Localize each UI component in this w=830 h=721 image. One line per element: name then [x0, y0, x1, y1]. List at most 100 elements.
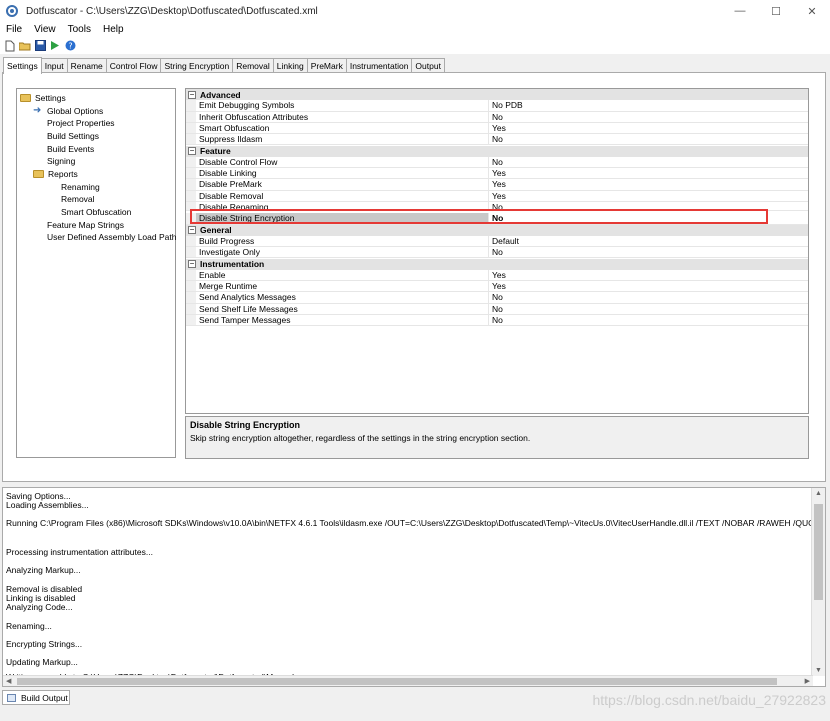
property-value[interactable]: Yes [489, 179, 808, 189]
tab-output[interactable]: Output [411, 58, 445, 73]
tree-item-smart-obfuscation[interactable]: Smart Obfuscation [61, 205, 131, 218]
tab-rename[interactable]: Rename [66, 58, 107, 73]
tree-root-settings[interactable]: Settings [20, 91, 66, 104]
tab-linking[interactable]: Linking [272, 58, 308, 73]
horizontal-scroll-thumb[interactable] [17, 678, 777, 685]
scroll-left-icon[interactable]: ◀ [6, 677, 11, 685]
collapse-icon[interactable]: − [188, 147, 196, 156]
property-value[interactable]: No [489, 134, 808, 144]
save-icon[interactable] [34, 40, 46, 52]
property-row[interactable]: Build Progress Default [186, 235, 808, 248]
scroll-down-icon[interactable]: ▼ [815, 667, 822, 674]
category-label: General [200, 225, 232, 236]
property-row[interactable]: Enable Yes [186, 269, 808, 282]
property-row[interactable]: Emit Debugging Symbols No PDB [186, 100, 808, 112]
folder-icon [20, 93, 31, 102]
property-name: Inherit Obfuscation Attributes [196, 111, 489, 122]
property-value[interactable]: Yes [489, 191, 808, 201]
menu-help[interactable]: Help [97, 24, 130, 35]
property-value[interactable]: No [489, 292, 808, 302]
tab-control-flow[interactable]: Control Flow [105, 58, 162, 73]
tree-item-removal[interactable]: Removal [61, 192, 95, 205]
settings-panel: Settings ➜ Global Options Project Proper… [2, 72, 826, 482]
tab-removal[interactable]: Removal [232, 58, 274, 73]
collapse-icon[interactable]: − [188, 90, 196, 99]
tab-input[interactable]: Input [40, 58, 68, 73]
property-row[interactable]: Send Tamper Messages No [186, 315, 808, 327]
scroll-up-icon[interactable]: ▲ [815, 490, 822, 497]
property-value[interactable]: Yes [489, 123, 808, 133]
property-grid: − Advanced Emit Debugging Symbols No PDB … [185, 88, 809, 414]
toolbar: ? [0, 37, 830, 54]
property-row[interactable]: Investigate Only No [186, 247, 808, 259]
property-value[interactable]: No [489, 112, 808, 122]
vertical-scrollbar[interactable]: ▲ ▼ [811, 488, 825, 676]
property-row[interactable]: Send Analytics Messages No [186, 292, 808, 304]
property-name: Smart Obfuscation [196, 122, 489, 134]
new-file-icon[interactable] [4, 40, 16, 52]
collapse-icon[interactable]: − [188, 260, 196, 269]
open-folder-icon[interactable] [19, 40, 31, 52]
close-button[interactable]: ✕ [794, 0, 830, 22]
property-row[interactable]: Send Shelf Life Messages No [186, 303, 808, 315]
category-general[interactable]: − General [186, 224, 808, 236]
output-line: Analyzing Markup... [6, 565, 81, 575]
minimize-button[interactable]: — [722, 0, 758, 22]
red-highlight-box [190, 209, 768, 224]
window-title: Dotfuscator - C:\Users\ZZG\Desktop\Dotfu… [26, 5, 318, 17]
property-row[interactable]: Disable PreMark Yes [186, 179, 808, 191]
property-name: Send Shelf Life Messages [196, 303, 489, 314]
property-name: Merge Runtime [196, 281, 489, 292]
property-row[interactable]: Inherit Obfuscation Attributes No [186, 111, 808, 123]
property-value[interactable]: No [489, 315, 808, 325]
tree-item-project-properties[interactable]: Project Properties [47, 116, 115, 129]
tab-string-encryption[interactable]: String Encryption [160, 58, 234, 73]
help-icon[interactable]: ? [64, 40, 76, 52]
title-bar: Dotfuscator - C:\Users\ZZG\Desktop\Dotfu… [0, 0, 830, 22]
category-feature[interactable]: − Feature [186, 145, 808, 157]
collapse-icon[interactable]: − [188, 226, 196, 235]
tab-build-output[interactable]: Build Output [2, 690, 70, 705]
output-window-icon [7, 693, 16, 702]
property-name: Build Progress [196, 235, 489, 247]
property-name: Disable PreMark [196, 179, 489, 190]
category-label: Feature [200, 146, 231, 157]
tab-premark[interactable]: PreMark [306, 58, 347, 73]
category-instrumentation[interactable]: − Instrumentation [186, 258, 808, 270]
property-name: Suppress Ildasm [196, 134, 489, 145]
folder-icon [33, 169, 44, 178]
property-value[interactable]: No [489, 304, 808, 314]
property-row[interactable]: Suppress Ildasm No [186, 134, 808, 146]
property-row[interactable]: Disable Control Flow No [186, 156, 808, 169]
vertical-scroll-thumb[interactable] [814, 504, 823, 600]
menu-view[interactable]: View [28, 24, 62, 35]
tree-item-signing[interactable]: Signing [47, 154, 75, 167]
tree-item-build-settings[interactable]: Build Settings [47, 129, 99, 142]
build-run-icon[interactable] [49, 40, 61, 52]
property-value[interactable]: Yes [489, 168, 808, 178]
menu-tools[interactable]: Tools [62, 24, 97, 35]
maximize-button[interactable]: ☐ [758, 0, 794, 22]
tree-item-reports[interactable]: Reports [33, 167, 78, 180]
property-row[interactable]: Merge Runtime Yes [186, 281, 808, 293]
property-row[interactable]: Smart Obfuscation Yes [186, 122, 808, 135]
category-advanced[interactable]: − Advanced [186, 89, 808, 101]
category-label: Advanced [200, 89, 241, 100]
property-value[interactable]: No [489, 157, 808, 167]
property-name: Investigate Only [196, 247, 489, 258]
property-value[interactable]: Yes [489, 281, 808, 291]
property-value[interactable]: No [489, 247, 808, 257]
property-value[interactable]: Yes [489, 270, 808, 280]
tree-item-user-defined-assembly-load-path[interactable]: User Defined Assembly Load Path [47, 230, 176, 243]
scroll-right-icon[interactable]: ▶ [805, 677, 810, 685]
property-row[interactable]: Disable Removal Yes [186, 190, 808, 202]
property-row[interactable]: Disable Linking Yes [186, 168, 808, 180]
property-name: Disable Control Flow [196, 156, 489, 168]
menu-file[interactable]: File [0, 24, 28, 35]
tab-instrumentation[interactable]: Instrumentation [345, 58, 413, 73]
tab-settings[interactable]: Settings [3, 57, 42, 74]
build-output-panel[interactable]: Saving Options... Loading Assemblies... … [2, 487, 826, 687]
property-value[interactable]: No PDB [489, 100, 808, 110]
property-value[interactable]: Default [489, 236, 808, 246]
horizontal-scrollbar[interactable]: ◀ ▶ [3, 675, 813, 686]
